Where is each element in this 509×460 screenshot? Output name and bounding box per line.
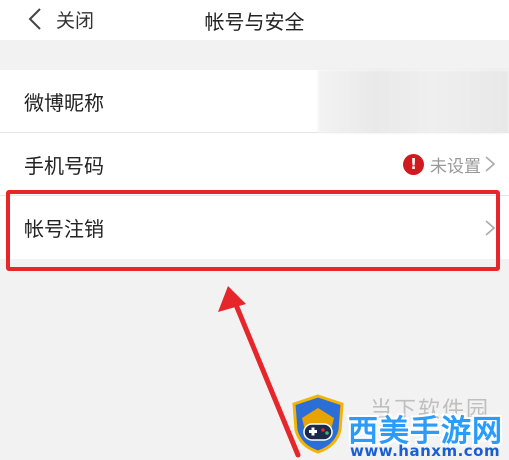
row-label: 微博昵称 <box>24 90 104 115</box>
row-label: 帐号注销 <box>24 217 104 241</box>
watermark: 当下软件园 西美手游网 www.hanxm.com <box>290 392 509 460</box>
alert-icon: ! <box>403 153 424 175</box>
navigation-bar: 关闭 帐号与安全 <box>0 0 509 40</box>
row-weibo-nickname[interactable]: 微博昵称 <box>0 70 509 133</box>
status-text: 未设置 <box>430 156 481 177</box>
chevron-right-icon <box>485 219 495 236</box>
row-action <box>485 219 495 236</box>
row-status: ! 未设置 <box>403 152 495 177</box>
row-label: 手机号码 <box>24 153 104 178</box>
page-title: 帐号与安全 <box>204 10 305 34</box>
settings-list: 微博昵称 手机号码 ! 未设置 帐号注销 <box>0 70 509 259</box>
chevron-right-icon <box>485 156 495 172</box>
obscured-value <box>318 70 509 133</box>
gamepad-shield-icon <box>292 394 344 454</box>
row-phone-number[interactable]: 手机号码 ! 未设置 <box>0 133 509 196</box>
row-account-deletion[interactable]: 帐号注销 <box>0 196 509 259</box>
watermark-url: www.hanxm.com <box>350 442 501 460</box>
